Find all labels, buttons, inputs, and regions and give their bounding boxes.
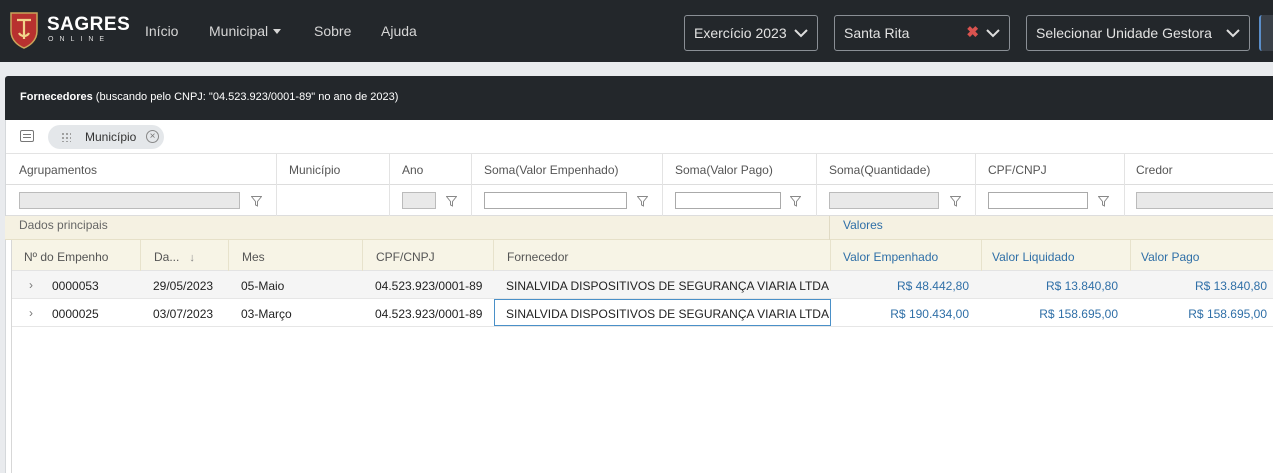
cell-valor-liquidado: R$ 158.695,00 xyxy=(1039,307,1118,321)
filter-cell-ano xyxy=(394,185,472,216)
municipality-select-value: Santa Rita xyxy=(844,25,910,41)
cell-cpf-cnpj: 04.523.923/0001-89 xyxy=(375,307,483,321)
pivot-header-soma-quantidade[interactable]: Soma(Quantidade) xyxy=(821,154,976,185)
chip-label: Município xyxy=(85,130,137,144)
column-header-data[interactable]: Da... ↓ xyxy=(141,240,229,271)
filter-input-agrupamentos xyxy=(19,192,240,209)
filter-input-credor xyxy=(1136,192,1273,209)
nav-link-ajuda[interactable]: Ajuda xyxy=(381,23,417,39)
filter-funnel-icon[interactable] xyxy=(446,196,457,207)
filter-cell-soma-valor-empenhado xyxy=(476,185,663,216)
pivot-header-agrupamentos[interactable]: Agrupamentos xyxy=(11,154,277,185)
nav-search-button[interactable] xyxy=(1259,15,1273,51)
filter-cell-soma-quantidade xyxy=(821,185,976,216)
cell-data: 03/07/2023 xyxy=(153,307,214,321)
filter-cell-agrupamentos xyxy=(11,185,277,216)
brand-name: SAGRES xyxy=(47,14,131,35)
cell-cpf-cnpj: 04.523.923/0001-89 xyxy=(375,279,483,293)
sort-descending-icon: ↓ xyxy=(189,252,195,264)
filter-cell-credor xyxy=(1128,185,1273,216)
grouping-area: Município × xyxy=(6,120,1273,154)
cell-valor-empenhado: R$ 48.442,80 xyxy=(896,279,969,293)
pivot-header-soma-valor-empenhado[interactable]: Soma(Valor Empenhado) xyxy=(476,154,663,185)
chevron-down-icon xyxy=(794,29,808,38)
filter-row xyxy=(6,185,1273,216)
top-navbar: SAGRES ONLINE Início Municipal Sobre Aju… xyxy=(0,0,1273,62)
drag-handle-icon[interactable] xyxy=(61,132,71,142)
cell-fornecedor: SINALVIDA DISPOSITIVOS DE SEGURANÇA VIAR… xyxy=(506,279,829,293)
cell-empenho: 0000053 xyxy=(52,279,99,293)
column-header-valor-liquidado[interactable]: Valor Liquidado xyxy=(982,240,1131,271)
column-header-valor-empenhado[interactable]: Valor Empenhado xyxy=(833,240,982,271)
filter-funnel-icon[interactable] xyxy=(251,196,262,207)
pivot-header-row: Agrupamentos Município Ano Soma(Valor Em… xyxy=(6,154,1273,185)
year-select[interactable]: Exercício 2023 xyxy=(684,15,818,51)
column-header-valor-pago[interactable]: Valor Pago xyxy=(1131,240,1273,271)
pivot-header-soma-valor-pago[interactable]: Soma(Valor Pago) xyxy=(667,154,817,185)
field-chooser-icon[interactable] xyxy=(20,130,34,142)
nav-link-sobre[interactable]: Sobre xyxy=(314,23,351,39)
column-header-row: Nº do Empenho Da... ↓ Mes CPF/CNPJ Fornec… xyxy=(11,240,1273,271)
caret-down-icon xyxy=(273,29,282,34)
band-dados-principais: Dados principais xyxy=(19,218,108,232)
filter-funnel-icon[interactable] xyxy=(637,196,648,207)
filter-input-cpf-cnpj[interactable] xyxy=(988,192,1088,209)
band-divider xyxy=(829,216,830,240)
panel-title: Fornecedores (buscando pelo CNPJ: "04.52… xyxy=(20,91,399,103)
cell-mes: 03-Março xyxy=(241,307,292,321)
panel-header: Fornecedores (buscando pelo CNPJ: "04.52… xyxy=(5,76,1273,120)
filter-funnel-icon[interactable] xyxy=(1098,196,1109,207)
band-valores: Valores xyxy=(843,218,883,232)
filter-input-soma-valor-empenhado[interactable] xyxy=(484,192,627,209)
unit-select-placeholder: Selecionar Unidade Gestora xyxy=(1036,25,1212,41)
filter-funnel-icon[interactable] xyxy=(950,196,961,207)
cell-valor-pago: R$ 13.840,80 xyxy=(1194,279,1267,293)
focused-cell-outline xyxy=(494,299,831,326)
filter-cell-municipio xyxy=(281,185,390,216)
nav-link-inicio[interactable]: Início xyxy=(145,23,178,39)
cell-valor-empenhado: R$ 190.434,00 xyxy=(890,307,969,321)
pivot-header-credor[interactable]: Credor xyxy=(1128,154,1273,185)
municipality-select[interactable]: Santa Rita ✖ xyxy=(834,15,1010,51)
filter-input-soma-valor-pago[interactable] xyxy=(675,192,781,209)
column-header-empenho[interactable]: Nº do Empenho xyxy=(11,240,141,271)
nav-link-municipal[interactable]: Municipal xyxy=(209,23,282,39)
filter-input-soma-quantidade xyxy=(829,192,939,209)
column-header-cpf-cnpj[interactable]: CPF/CNPJ xyxy=(363,240,494,271)
shield-logo-icon xyxy=(10,12,38,49)
cell-valor-pago: R$ 158.695,00 xyxy=(1188,307,1267,321)
clear-selection-icon[interactable]: ✖ xyxy=(966,25,979,41)
remove-chip-icon[interactable]: × xyxy=(146,130,159,143)
sagres-logo[interactable]: SAGRES ONLINE xyxy=(9,11,130,51)
cell-data: 29/05/2023 xyxy=(153,279,214,293)
filter-input-ano xyxy=(402,192,436,209)
chevron-down-icon xyxy=(1226,29,1240,38)
chevron-down-icon xyxy=(986,29,1000,38)
expand-row-chevron-icon[interactable]: › xyxy=(29,306,33,320)
filter-cell-cpf-cnpj xyxy=(980,185,1125,216)
filter-funnel-icon[interactable] xyxy=(790,196,801,207)
expand-row-chevron-icon[interactable]: › xyxy=(29,278,33,292)
pivot-header-ano[interactable]: Ano xyxy=(394,154,472,185)
grouping-chip-municipio[interactable]: Município × xyxy=(48,125,164,149)
cell-mes: 05-Maio xyxy=(241,279,285,293)
pivot-header-municipio[interactable]: Município xyxy=(281,154,390,185)
filter-cell-soma-valor-pago xyxy=(667,185,817,216)
column-header-mes[interactable]: Mes xyxy=(229,240,363,271)
table-row[interactable]: › 0000053 29/05/2023 05-Maio 04.523.923/… xyxy=(12,271,1273,299)
cell-empenho: 0000025 xyxy=(52,307,99,321)
pivot-header-cpf-cnpj[interactable]: CPF/CNPJ xyxy=(980,154,1125,185)
column-header-fornecedor[interactable]: Fornecedor xyxy=(494,240,831,271)
unit-select[interactable]: Selecionar Unidade Gestora xyxy=(1026,15,1250,51)
band-header-row: Dados principais Valores xyxy=(5,216,1273,240)
year-select-value: Exercício 2023 xyxy=(694,25,787,41)
cell-valor-liquidado: R$ 13.840,80 xyxy=(1045,279,1118,293)
brand-subtitle: ONLINE xyxy=(48,36,111,43)
